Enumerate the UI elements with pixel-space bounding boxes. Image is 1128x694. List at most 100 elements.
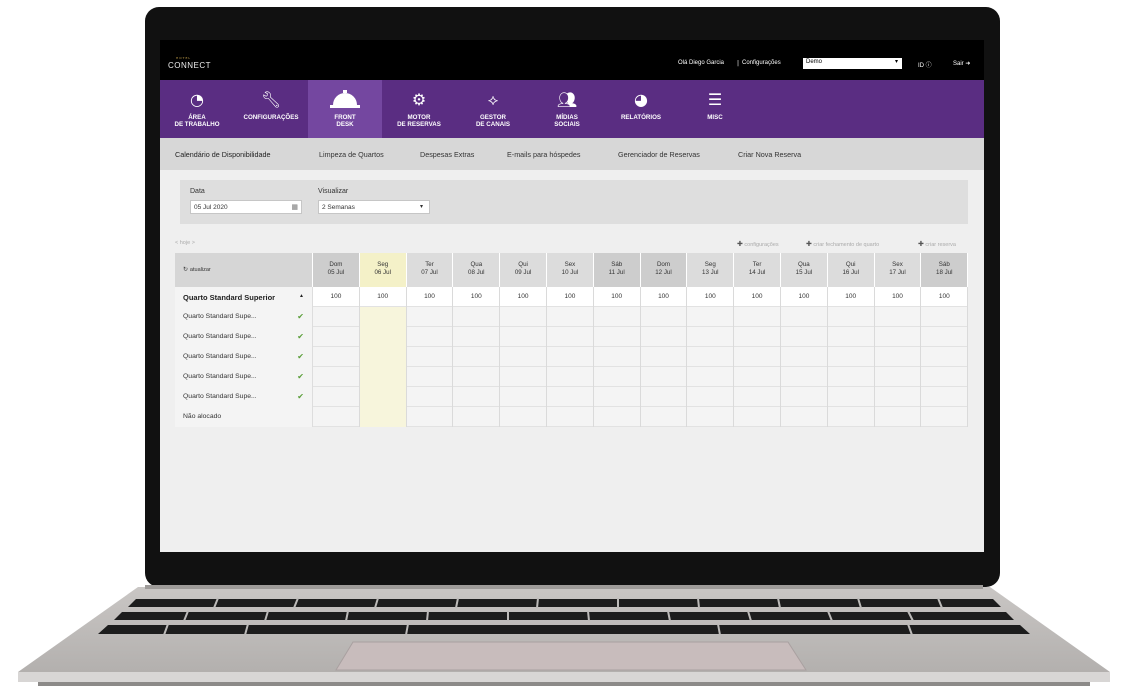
nav-item-configuracoes[interactable]: 🔧︎ CONFIGURAÇÕES: [234, 80, 308, 138]
booking-cell[interactable]: [359, 407, 407, 427]
booking-cell[interactable]: [687, 307, 735, 327]
booking-cell[interactable]: [500, 347, 547, 367]
booking-cell[interactable]: [500, 387, 547, 407]
booking-cell[interactable]: [781, 367, 828, 387]
booking-cell[interactable]: [921, 387, 969, 407]
availability-cell[interactable]: 100: [828, 287, 875, 307]
room-label[interactable]: Quarto Standard Supe... ✔: [175, 387, 313, 407]
booking-cell[interactable]: [547, 307, 594, 327]
booking-cell[interactable]: [921, 407, 969, 427]
nav-item-midias-sociais[interactable]: 👥︎ MÍDIAS SOCIAIS: [530, 80, 604, 138]
booking-cell[interactable]: [313, 407, 360, 427]
booking-cell[interactable]: [781, 327, 828, 347]
booking-cell[interactable]: [921, 367, 969, 387]
booking-cell[interactable]: [641, 387, 688, 407]
view-select[interactable]: 2 Semanas ▾: [318, 200, 430, 214]
booking-cell[interactable]: [734, 307, 781, 327]
booking-cell[interactable]: [687, 407, 735, 427]
date-field[interactable]: 05 Jul 2020 ▦: [190, 200, 302, 214]
app-logo[interactable]: CONNECT: [168, 61, 211, 70]
booking-cell[interactable]: [500, 367, 547, 387]
booking-cell[interactable]: [407, 307, 454, 327]
availability-cell[interactable]: 100: [547, 287, 594, 307]
booking-cell[interactable]: [781, 387, 828, 407]
user-greeting[interactable]: Olá Diego Garcia: [678, 60, 724, 66]
booking-cell[interactable]: [500, 327, 547, 347]
today-link[interactable]: hoje: [180, 240, 190, 246]
booking-cell[interactable]: [828, 367, 875, 387]
availability-cell[interactable]: 100: [407, 287, 454, 307]
booking-cell[interactable]: [313, 347, 360, 367]
booking-cell[interactable]: [594, 367, 641, 387]
booking-cell[interactable]: [359, 307, 407, 327]
booking-cell[interactable]: [781, 407, 828, 427]
booking-cell[interactable]: [734, 347, 781, 367]
collapse-arrow-icon[interactable]: ▲: [299, 293, 304, 299]
availability-cell[interactable]: 100: [641, 287, 688, 307]
room-label[interactable]: Quarto Standard Supe... ✔: [175, 367, 313, 387]
booking-cell[interactable]: [734, 327, 781, 347]
nav-item-motor-reservas[interactable]: ⚙ MOTOR DE RESERVAS: [382, 80, 456, 138]
booking-cell[interactable]: [641, 407, 688, 427]
booking-cell[interactable]: [359, 387, 407, 407]
settings-action[interactable]: ✚ configurações: [737, 240, 779, 248]
availability-cell[interactable]: 100: [313, 287, 360, 307]
availability-cell[interactable]: 100: [875, 287, 922, 307]
booking-cell[interactable]: [594, 387, 641, 407]
booking-cell[interactable]: [359, 367, 407, 387]
booking-cell[interactable]: [875, 407, 922, 427]
room-label[interactable]: Quarto Standard Supe... ✔: [175, 307, 313, 327]
subnav-emails[interactable]: E-mails para hóspedes: [507, 150, 581, 159]
availability-cell[interactable]: 100: [500, 287, 547, 307]
close-room-action[interactable]: ✚ criar fechamento de quarto: [806, 240, 879, 248]
booking-cell[interactable]: [875, 327, 922, 347]
booking-cell[interactable]: [359, 347, 407, 367]
booking-cell[interactable]: [407, 367, 454, 387]
nav-item-front-desk[interactable]: FRONT DESK: [308, 80, 382, 138]
booking-cell[interactable]: [453, 387, 501, 407]
subnav-despesas[interactable]: Despesas Extras: [420, 150, 474, 159]
subnav-calendario[interactable]: Calendário de Disponibilidade: [175, 150, 271, 159]
booking-cell[interactable]: [407, 387, 454, 407]
booking-cell[interactable]: [687, 367, 735, 387]
prev-arrow-icon[interactable]: <: [175, 240, 178, 246]
booking-cell[interactable]: [407, 327, 454, 347]
booking-cell[interactable]: [547, 367, 594, 387]
availability-cell[interactable]: 100: [360, 287, 407, 307]
booking-cell[interactable]: [500, 307, 547, 327]
availability-cell[interactable]: 100: [594, 287, 641, 307]
booking-cell[interactable]: [921, 307, 969, 327]
nav-item-misc[interactable]: ☰ MISC: [678, 80, 752, 138]
availability-cell[interactable]: 100: [453, 287, 501, 307]
booking-cell[interactable]: [734, 367, 781, 387]
subnav-limpeza[interactable]: Limpeza de Quartos: [319, 150, 384, 159]
booking-cell[interactable]: [547, 407, 594, 427]
booking-cell[interactable]: [921, 347, 969, 367]
booking-cell[interactable]: [453, 407, 501, 427]
booking-cell[interactable]: [687, 387, 735, 407]
room-label[interactable]: Quarto Standard Supe... ✔: [175, 347, 313, 367]
room-type-label[interactable]: Quarto Standard Superior ▲: [175, 287, 313, 307]
booking-cell[interactable]: [407, 407, 454, 427]
booking-cell[interactable]: [594, 307, 641, 327]
booking-cell[interactable]: [547, 347, 594, 367]
nav-item-gestor-canais[interactable]: ⟡ GESTOR DE CANAIS: [456, 80, 530, 138]
booking-cell[interactable]: [453, 367, 501, 387]
booking-cell[interactable]: [313, 387, 360, 407]
booking-cell[interactable]: [781, 347, 828, 367]
booking-cell[interactable]: [594, 347, 641, 367]
room-label[interactable]: Não alocado: [175, 407, 313, 427]
booking-cell[interactable]: [875, 307, 922, 327]
booking-cell[interactable]: [313, 327, 360, 347]
create-booking-action[interactable]: ✚ criar reserva: [918, 240, 956, 248]
booking-cell[interactable]: [734, 387, 781, 407]
booking-cell[interactable]: [828, 387, 875, 407]
availability-cell[interactable]: 100: [734, 287, 781, 307]
booking-cell[interactable]: [547, 387, 594, 407]
availability-cell[interactable]: 100: [781, 287, 828, 307]
availability-cell[interactable]: 100: [921, 287, 969, 307]
booking-cell[interactable]: [828, 307, 875, 327]
booking-cell[interactable]: [641, 307, 688, 327]
subnav-criar-reserva[interactable]: Criar Nova Reserva: [738, 150, 801, 159]
booking-cell[interactable]: [734, 407, 781, 427]
